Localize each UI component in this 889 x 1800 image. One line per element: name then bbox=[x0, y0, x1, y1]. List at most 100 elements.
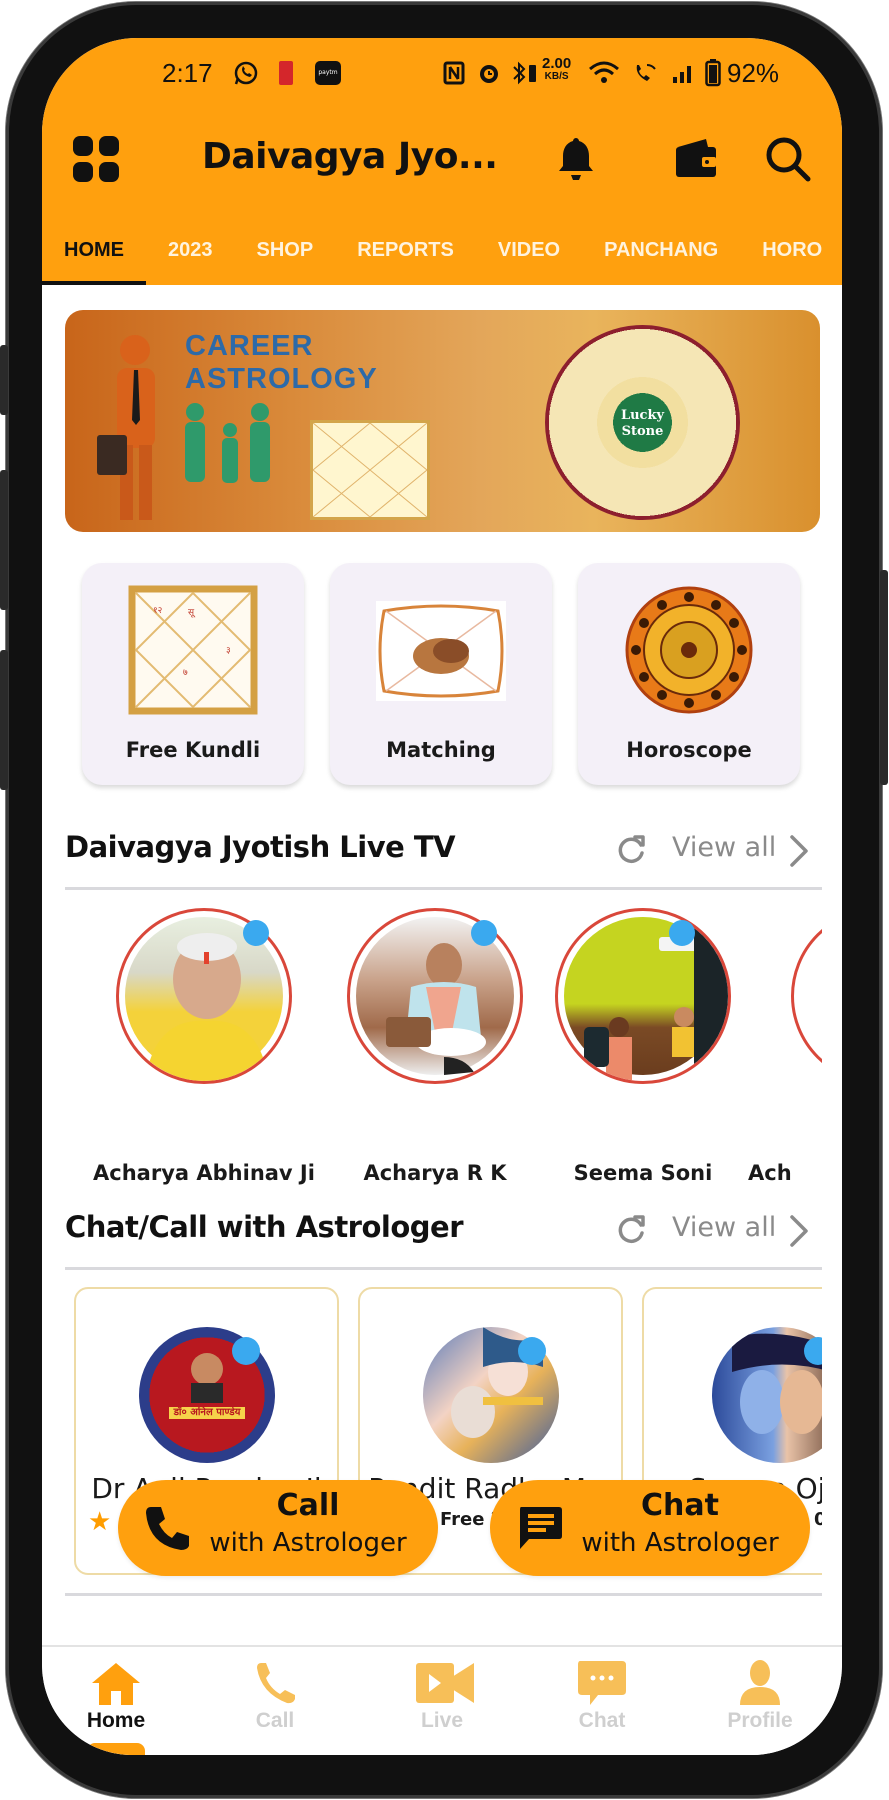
live-tv-item[interactable]: Seema Soni bbox=[528, 908, 758, 1198]
live-status-dot bbox=[669, 920, 695, 946]
astrologers-view-all[interactable]: View all bbox=[672, 1212, 776, 1243]
volume-button bbox=[0, 470, 8, 610]
career-astrology-banner[interactable]: CAREER ASTROLOGY Lucky Stone bbox=[65, 310, 820, 532]
online-status-dot bbox=[232, 1337, 260, 1365]
live-tv-view-all[interactable]: View all bbox=[672, 832, 776, 863]
birth-chart-image bbox=[310, 420, 430, 520]
businessman-figure bbox=[95, 330, 165, 525]
tab-panchang[interactable]: PANCHANG bbox=[582, 230, 740, 285]
astrologer-photo bbox=[564, 917, 728, 1081]
status-time: 2:17 bbox=[162, 58, 213, 88]
banner-title-line1: CAREER bbox=[185, 330, 314, 362]
tab-2023[interactable]: 2023 bbox=[146, 230, 235, 285]
bluetooth-battery-icon bbox=[510, 60, 540, 86]
tab-shop[interactable]: SHOP bbox=[235, 230, 336, 285]
bell-icon[interactable] bbox=[550, 133, 602, 185]
svg-text:डॉ० अनिल पाण्डेय: डॉ० अनिल पाण्डेय bbox=[172, 1405, 241, 1418]
user-icon bbox=[734, 1659, 786, 1707]
star-icon: ★ bbox=[88, 1507, 112, 1537]
quick-action-label: Free Kundli bbox=[125, 738, 261, 762]
banner-title-line2: ASTROLOGY bbox=[185, 363, 378, 395]
quick-action-free-kundli[interactable]: १२ सू ३ ७ Free Kundli bbox=[82, 563, 304, 785]
chat-with-astrologer-button[interactable]: Chat with Astrologer bbox=[490, 1480, 810, 1576]
chevron-right-icon[interactable] bbox=[787, 1214, 811, 1248]
green-figures bbox=[175, 400, 285, 510]
paytm-icon: paytm bbox=[314, 60, 342, 86]
refresh-icon[interactable] bbox=[614, 1213, 648, 1247]
live-tv-title: Daivagya Jyotish Live TV bbox=[65, 830, 456, 864]
nfc-icon bbox=[442, 60, 466, 86]
phone-icon bbox=[249, 1659, 301, 1707]
quick-action-label: Matching bbox=[386, 738, 496, 762]
power-button bbox=[880, 570, 888, 785]
signal-icon bbox=[670, 60, 696, 86]
wheel-label-line2: Stone bbox=[621, 424, 664, 439]
section-divider bbox=[65, 1267, 822, 1270]
live-host-name: Acharya R K bbox=[363, 1161, 507, 1185]
nav-call[interactable]: Call bbox=[215, 1659, 335, 1749]
section-divider bbox=[65, 1593, 822, 1596]
battery-icon bbox=[704, 59, 722, 87]
live-tv-item[interactable]: Acharya R K bbox=[320, 908, 550, 1198]
call-button-title: Call bbox=[276, 1488, 340, 1523]
app-title: Daivagya Jyo... bbox=[202, 136, 498, 177]
astrologers-title: Chat/Call with Astrologer bbox=[65, 1210, 464, 1244]
network-speed-value: 2.00 bbox=[542, 55, 572, 72]
nav-live[interactable]: Live bbox=[382, 1659, 502, 1749]
banner-title: CAREER ASTROLOGY bbox=[185, 330, 378, 396]
svg-text:७: ७ bbox=[183, 668, 188, 678]
app-header: 2:17 paytm 2.00 KB/S 92% Daivagya Jyo...… bbox=[42, 38, 842, 285]
section-divider bbox=[65, 887, 822, 890]
status-bar: 2:17 paytm 2.00 KB/S 92% bbox=[42, 48, 842, 93]
chat-button-title: Chat bbox=[641, 1488, 719, 1523]
tab-reports[interactable]: REPORTS bbox=[335, 230, 476, 285]
chat-bubble-icon bbox=[576, 1659, 628, 1707]
svg-text:३: ३ bbox=[226, 646, 231, 656]
network-speed-unit: KB/S bbox=[544, 71, 569, 82]
scroll-edge-mask bbox=[822, 898, 842, 1218]
nav-label: Call bbox=[255, 1709, 295, 1732]
live-host-name: Seema Soni bbox=[573, 1161, 713, 1185]
call-with-astrologer-button[interactable]: Call with Astrologer bbox=[118, 1480, 438, 1576]
search-icon[interactable] bbox=[762, 133, 814, 185]
chat-button-subtitle: with Astrologer bbox=[581, 1528, 779, 1558]
zodiac-wheel-icon bbox=[624, 585, 754, 715]
wifi-icon bbox=[588, 60, 620, 86]
nav-label: Chat bbox=[578, 1709, 626, 1732]
quick-action-label: Horoscope bbox=[626, 738, 752, 762]
network-speed: 2.00 KB/S bbox=[542, 56, 571, 82]
nav-label: Profile bbox=[727, 1709, 793, 1732]
live-avatar bbox=[555, 908, 731, 1084]
volume-button bbox=[0, 345, 8, 415]
quick-action-horoscope[interactable]: Horoscope bbox=[578, 563, 800, 785]
kundli-chart-icon: १२ सू ३ ७ bbox=[128, 585, 258, 715]
active-nav-indicator bbox=[87, 1743, 145, 1755]
grid-menu-icon[interactable] bbox=[70, 133, 122, 185]
nav-chat[interactable]: Chat bbox=[542, 1659, 662, 1749]
scroll-edge-mask bbox=[822, 1278, 842, 1588]
tab-home[interactable]: HOME bbox=[42, 230, 146, 285]
nav-label: Live bbox=[420, 1709, 464, 1732]
call-button-subtitle: with Astrologer bbox=[209, 1528, 407, 1558]
bottom-navigation: Home Call Live Chat Profile bbox=[42, 1645, 842, 1755]
wheel-label-line1: Lucky bbox=[620, 408, 665, 423]
whatsapp-icon bbox=[232, 60, 260, 86]
matching-chart-icon bbox=[376, 601, 506, 701]
lucky-stone-wheel: Lucky Stone bbox=[545, 325, 740, 520]
nav-home[interactable]: Home bbox=[56, 1659, 176, 1749]
quick-action-matching[interactable]: Matching bbox=[330, 563, 552, 785]
volume-button bbox=[0, 650, 8, 790]
wallet-icon[interactable] bbox=[670, 133, 722, 185]
chevron-right-icon[interactable] bbox=[787, 834, 811, 868]
live-host-name: Acharya Abhinav Ji bbox=[93, 1161, 315, 1185]
svg-text:१२: १२ bbox=[153, 606, 163, 616]
nav-profile[interactable]: Profile bbox=[700, 1659, 820, 1749]
tab-horoscope[interactable]: HORO bbox=[740, 230, 842, 285]
tab-video[interactable]: VIDEO bbox=[476, 230, 582, 285]
live-tv-item[interactable]: Acharya Abhinav Ji bbox=[89, 908, 319, 1198]
online-status-dot bbox=[518, 1337, 546, 1365]
alarm-icon bbox=[476, 60, 502, 86]
refresh-icon[interactable] bbox=[614, 833, 648, 867]
top-tabs: HOME 2023 SHOP REPORTS VIDEO PANCHANG HO… bbox=[42, 230, 842, 285]
live-status-dot bbox=[471, 920, 497, 946]
